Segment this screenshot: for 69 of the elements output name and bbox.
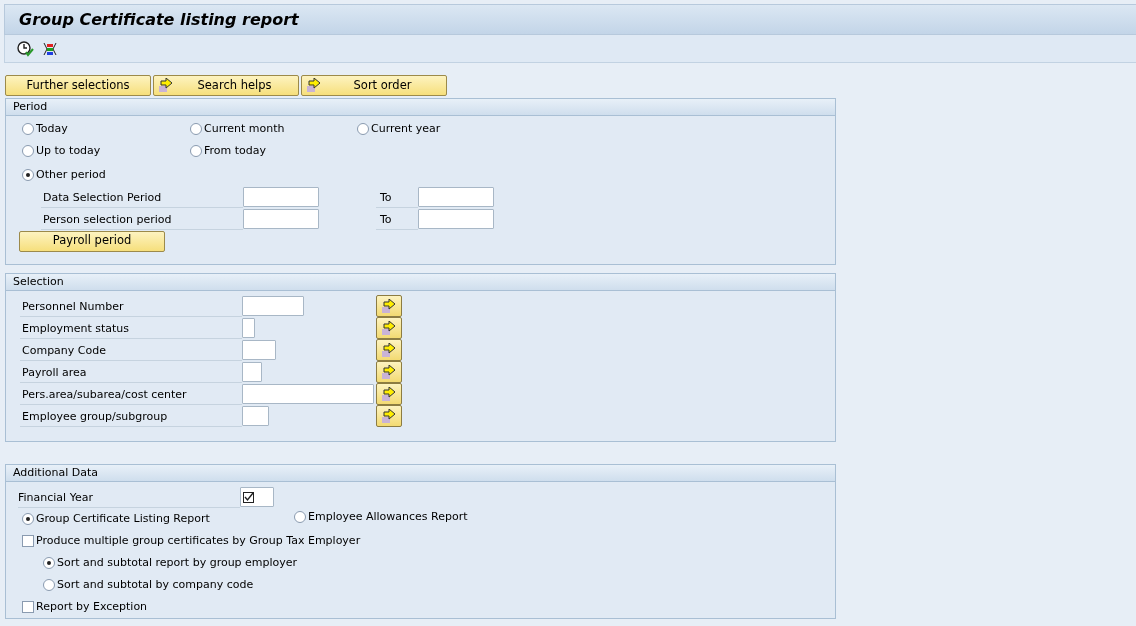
- checkbox-label: Report by Exception: [36, 598, 148, 615]
- checkbox[interactable]: [22, 601, 34, 613]
- selection-button[interactable]: Further selections: [5, 75, 151, 96]
- checkbox[interactable]: [22, 535, 34, 547]
- field-label: Person selection period: [41, 208, 243, 230]
- date-input-field[interactable]: [418, 187, 494, 207]
- field-label: Payroll area: [20, 361, 242, 383]
- group-title: Period: [6, 99, 835, 116]
- arrow-icon: [158, 78, 175, 93]
- input-field[interactable]: [242, 384, 374, 404]
- window-title: Group Certificate listing report: [19, 8, 299, 31]
- multiple-selection-button[interactable]: [376, 295, 402, 317]
- radio-button[interactable]: [22, 513, 34, 526]
- radio-label: Up to today: [36, 143, 101, 160]
- multiple-selection-button[interactable]: [376, 383, 402, 405]
- radio-button[interactable]: [190, 123, 202, 136]
- arrow-icon: [380, 298, 398, 314]
- radio-label: Current month: [204, 121, 285, 138]
- date-input-field[interactable]: [418, 209, 494, 229]
- radio-button[interactable]: [22, 169, 34, 182]
- radio-label: From today: [204, 143, 267, 160]
- radio-button[interactable]: [190, 145, 202, 158]
- field-label: Pers.area/subarea/cost center: [20, 383, 242, 405]
- input-field[interactable]: [242, 318, 255, 338]
- group-title: Additional Data: [6, 465, 835, 482]
- selection-options-icon[interactable]: [43, 40, 57, 57]
- multiple-selection-button[interactable]: [376, 361, 402, 383]
- radio-label: Other period: [36, 167, 106, 184]
- input-field[interactable]: [242, 340, 276, 360]
- field-label: Data Selection Period: [41, 186, 243, 208]
- checkmark-icon: [243, 491, 254, 503]
- radio-button[interactable]: [43, 579, 55, 591]
- arrow-icon: [380, 386, 398, 402]
- multiple-selection-button[interactable]: [376, 405, 402, 427]
- arrow-icon: [306, 78, 323, 93]
- arrow-icon: [380, 364, 398, 380]
- payroll-period-button[interactable]: Payroll period: [19, 230, 165, 252]
- radio-button[interactable]: [22, 145, 34, 158]
- radio-button[interactable]: [294, 511, 306, 524]
- radio-label: Today: [36, 121, 68, 138]
- multiple-selection-button[interactable]: [376, 317, 402, 339]
- field-label: Financial Year: [18, 486, 240, 508]
- radio-label: Group Certificate Listing Report: [36, 511, 210, 528]
- radio-label: Sort and subtotal report by group employer: [57, 554, 298, 571]
- input-field[interactable]: [242, 362, 262, 382]
- field-label: Company Code: [20, 339, 242, 361]
- input-field[interactable]: [242, 296, 304, 316]
- radio-label: Current year: [371, 121, 441, 138]
- multiple-selection-button[interactable]: [376, 339, 402, 361]
- selection-button[interactable]: Search helps: [153, 75, 299, 96]
- field-label: Employee group/subgroup: [20, 405, 242, 427]
- arrow-icon: [380, 320, 398, 336]
- arrow-icon: [380, 408, 398, 424]
- date-input-field[interactable]: [243, 209, 319, 229]
- input-field[interactable]: [242, 406, 269, 426]
- selection-button[interactable]: Sort order: [301, 75, 447, 96]
- radio-label: Sort and subtotal by company code: [57, 576, 254, 593]
- date-input-field[interactable]: [243, 187, 319, 207]
- radio-button[interactable]: [22, 123, 34, 136]
- field-label: Employment status: [20, 317, 242, 339]
- group-title: Selection: [6, 274, 835, 291]
- clock-check-icon[interactable]: [17, 40, 35, 57]
- checkbox-label: Produce multiple group certificates by Group Tax Employer: [36, 532, 361, 549]
- radio-label: Employee Allowances Report: [308, 509, 468, 526]
- radio-button[interactable]: [43, 557, 55, 569]
- arrow-icon: [380, 342, 398, 358]
- field-label: Personnel Number: [20, 295, 242, 317]
- radio-button[interactable]: [357, 123, 369, 136]
- input-field[interactable]: [240, 487, 274, 507]
